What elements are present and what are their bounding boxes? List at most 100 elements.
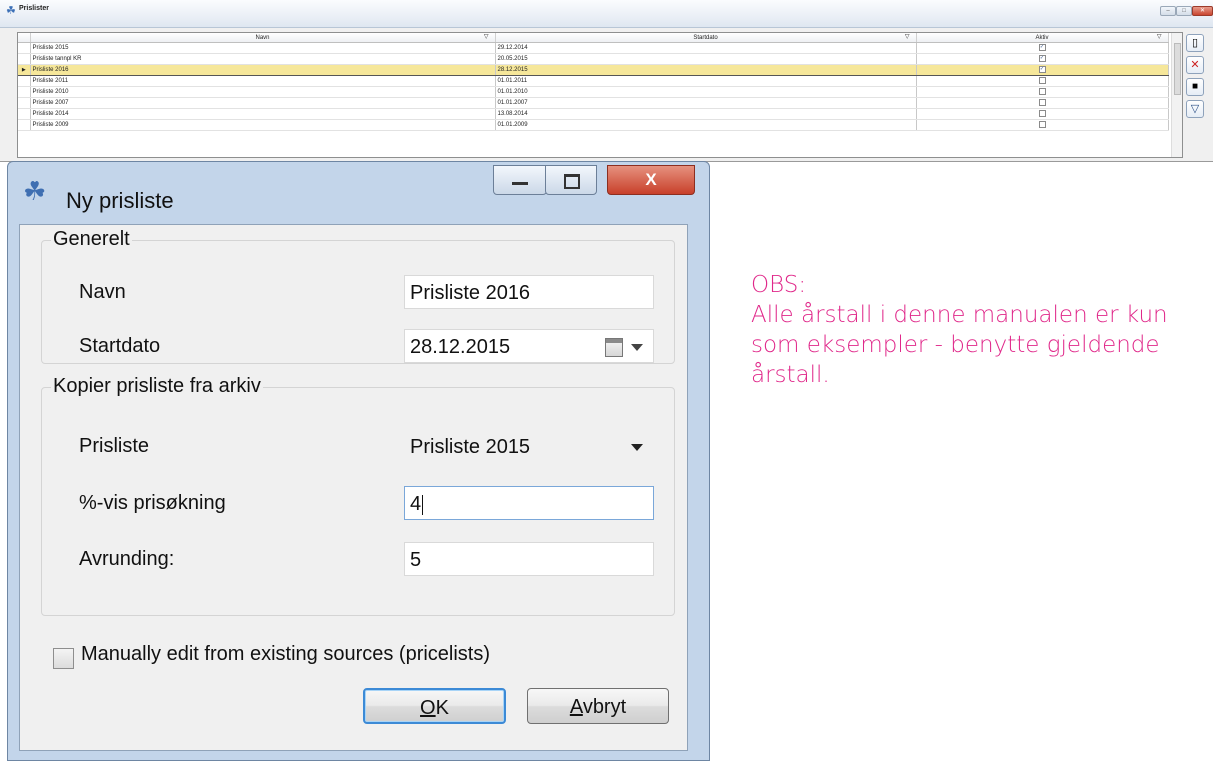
maximize-button[interactable] [545, 165, 597, 195]
cancel-label-rest: vbryt [582, 696, 627, 718]
row-selector[interactable] [18, 53, 31, 65]
cancel-mnemonic: A [569, 696, 583, 718]
startdate-cell[interactable]: 01.01.2010 [495, 86, 917, 98]
table-row[interactable]: Prisliste 2009 01.01.2009 [18, 119, 1169, 131]
startdate-cell[interactable]: 01.01.2011 [495, 75, 917, 87]
row-selector[interactable] [18, 119, 31, 131]
list-window-title: Prislister [19, 5, 49, 12]
filter-icon[interactable]: ▽ [905, 33, 910, 40]
name-cell[interactable]: Prisliste 2016 [30, 64, 496, 76]
column-header-label: Navn [255, 34, 270, 41]
startdate-value: 28.12.2015 [410, 336, 511, 358]
startdate-picker[interactable]: 28.12.2015 [404, 329, 654, 363]
close-icon: X [645, 170, 657, 189]
filter-icon[interactable]: ▽ [484, 33, 489, 40]
note-line: Alle årstall i denne manualen er kun [751, 302, 1168, 328]
name-cell[interactable]: Prisliste 2011 [30, 75, 496, 87]
startdate-cell[interactable]: 13.08.2014 [495, 108, 917, 120]
minimize-button[interactable] [493, 165, 547, 195]
copy-group-legend: Kopier prisliste fra arkiv [51, 375, 263, 398]
name-cell[interactable]: Prisliste 2015 [30, 42, 496, 54]
active-cell[interactable]: ✓ [916, 53, 1169, 65]
name-cell[interactable]: Prisliste 2007 [30, 97, 496, 109]
chevron-down-icon[interactable] [631, 444, 643, 451]
calendar-icon[interactable] [605, 338, 623, 357]
save-icon: ■ [1191, 81, 1199, 92]
note-line: årstall. [751, 362, 830, 388]
name-cell[interactable]: Prisliste tannpl KR [30, 53, 496, 65]
row-selector[interactable]: ▶ [18, 64, 31, 76]
maximize-icon[interactable]: □ [1176, 6, 1192, 16]
active-cell[interactable]: ✓ [916, 64, 1169, 76]
new-document-icon: ▯ [1191, 37, 1199, 49]
filter-icon[interactable]: ▽ [1157, 33, 1162, 40]
chevron-down-icon[interactable] [631, 344, 643, 351]
table-row[interactable]: Prisliste 2015 29.12.2014 ✓ [18, 42, 1169, 54]
manual-edit-checkbox[interactable] [53, 648, 74, 669]
copy-from-archive-group: Kopier prisliste fra arkiv Prisliste Pri… [41, 375, 675, 616]
delete-button[interactable]: ✕ [1186, 56, 1204, 74]
table-row[interactable]: Prisliste 2010 01.01.2010 [18, 86, 1169, 98]
active-checkbox[interactable] [1038, 77, 1046, 85]
active-checkbox[interactable] [1038, 110, 1046, 118]
row-selector[interactable] [18, 86, 31, 98]
active-cell[interactable] [916, 75, 1169, 87]
text-cursor [422, 494, 424, 515]
active-checkbox[interactable]: ✓ [1038, 55, 1046, 63]
increase-input[interactable]: 4 [404, 486, 654, 520]
pricelist-grid[interactable]: Navn ▽ Startdato ▽ Aktiv ▽ Prisliste 2015 29… [17, 32, 1183, 158]
active-cell[interactable] [916, 97, 1169, 109]
column-header-active[interactable]: Aktiv ▽ [916, 33, 1169, 43]
active-cell[interactable] [916, 119, 1169, 131]
table-row[interactable]: Prisliste 2007 01.01.2007 [18, 97, 1169, 109]
pricelist-label: Prisliste [79, 435, 150, 457]
name-input-value: Prisliste 2016 [410, 282, 531, 304]
close-icon[interactable]: ✕ [1192, 6, 1213, 16]
startdate-cell[interactable]: 29.12.2014 [495, 42, 917, 54]
grid-vertical-scrollbar[interactable] [1171, 33, 1182, 157]
save-button[interactable]: ■ [1186, 78, 1204, 96]
name-input[interactable]: Prisliste 2016 [404, 275, 654, 309]
app-tooth-icon: ☘ [6, 5, 16, 17]
name-label: Navn [79, 281, 126, 303]
active-checkbox[interactable] [1038, 88, 1046, 96]
rounding-input[interactable]: 5 [404, 542, 654, 576]
table-row[interactable]: Prisliste 2014 13.08.2014 [18, 108, 1169, 120]
active-checkbox[interactable]: ✓ [1038, 66, 1046, 74]
ok-mnemonic: O [420, 697, 436, 719]
filter-button[interactable]: ▽ [1186, 100, 1204, 118]
cancel-button[interactable]: Avbryt [527, 688, 669, 724]
dialog-body: Generelt Navn Prisliste 2016 Startdato 2… [19, 224, 688, 751]
table-row[interactable]: Prisliste tannpl KR 20.05.2015 ✓ [18, 53, 1169, 65]
ok-button[interactable]: OK [363, 688, 506, 724]
new-button[interactable]: ▯ [1186, 34, 1204, 52]
startdate-cell[interactable]: 01.01.2009 [495, 119, 917, 131]
startdate-cell[interactable]: 20.05.2015 [495, 53, 917, 65]
column-header-startdate[interactable]: Startdato ▽ [495, 33, 917, 43]
column-header-label: Aktiv [1035, 34, 1049, 41]
startdate-cell[interactable]: 01.01.2007 [495, 97, 917, 109]
year-example-note: OBS: Alle årstall i denne manualen er ku… [751, 270, 1213, 390]
table-row[interactable]: ▶ Prisliste 2016 28.12.2015 ✓ [18, 64, 1169, 76]
active-checkbox[interactable]: ✓ [1038, 44, 1046, 52]
manual-edit-label[interactable]: Manually edit from existing sources (pri… [81, 643, 490, 666]
startdate-cell[interactable]: 28.12.2015 [495, 64, 917, 76]
name-cell[interactable]: Prisliste 2009 [30, 119, 496, 131]
row-selector[interactable] [18, 75, 31, 87]
row-selector[interactable] [18, 42, 31, 54]
row-selector[interactable] [18, 108, 31, 120]
minimize-icon[interactable]: – [1160, 6, 1176, 16]
name-cell[interactable]: Prisliste 2010 [30, 86, 496, 98]
active-cell[interactable]: ✓ [916, 42, 1169, 54]
close-button[interactable]: X [607, 165, 695, 195]
active-checkbox[interactable] [1038, 99, 1046, 107]
table-row[interactable]: Prisliste 2011 01.01.2011 [18, 75, 1169, 87]
pricelist-select[interactable]: Prisliste 2015 [404, 429, 654, 463]
active-checkbox[interactable] [1038, 121, 1046, 129]
column-header-name[interactable]: Navn ▽ [30, 33, 496, 43]
active-cell[interactable] [916, 86, 1169, 98]
active-cell[interactable] [916, 108, 1169, 120]
row-selector[interactable] [18, 97, 31, 109]
scrollbar-thumb[interactable] [1174, 43, 1181, 95]
name-cell[interactable]: Prisliste 2014 [30, 108, 496, 120]
